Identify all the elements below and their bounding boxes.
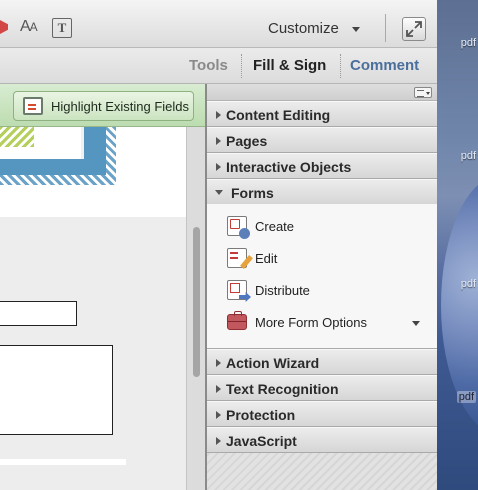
form-create-icon	[227, 216, 250, 239]
desktop-file-label[interactable]: pdf	[461, 37, 476, 49]
toolbar-divider	[385, 14, 386, 42]
disclosure-right-icon	[216, 163, 221, 171]
text-box-icon[interactable]: T	[52, 18, 72, 38]
more-form-options-item[interactable]: More Form Options	[225, 310, 430, 336]
disclosure-right-icon	[216, 385, 221, 393]
section-interactive-objects[interactable]: Interactive Objects	[207, 153, 437, 179]
form-message-bar: Highlight Existing Fields	[0, 84, 206, 127]
panel-empty-area	[207, 453, 437, 490]
desktop-file-label[interactable]: pdf	[461, 150, 476, 162]
chevron-down-icon[interactable]	[412, 321, 420, 326]
disclosure-down-icon	[215, 190, 223, 195]
section-pages[interactable]: Pages	[207, 127, 437, 153]
highlight-existing-fields-button[interactable]: Highlight Existing Fields	[13, 91, 194, 121]
acrobat-window: AA T Customize Tools Fill & Sign Comment…	[0, 0, 437, 490]
tab-comment[interactable]: Comment	[350, 57, 419, 74]
tab-tools[interactable]: Tools	[189, 57, 228, 74]
disclosure-right-icon	[216, 411, 221, 419]
highlight-button-label: Highlight Existing Fields	[51, 99, 190, 114]
tab-fill-and-sign[interactable]: Fill & Sign	[253, 57, 326, 74]
section-label: Text Recognition	[226, 381, 339, 397]
disclosure-right-icon	[216, 437, 221, 445]
item-label: Create	[255, 219, 295, 234]
toolbox-icon	[227, 311, 247, 330]
panel-header	[207, 84, 437, 101]
section-forms[interactable]: Forms	[207, 179, 437, 205]
disclosure-right-icon	[216, 111, 221, 119]
customize-menu[interactable]: Customize	[268, 20, 339, 37]
scrollbar-thumb[interactable]	[193, 227, 200, 377]
highlight-fields-icon	[23, 97, 43, 115]
forms-distribute-item[interactable]: Distribute	[225, 278, 430, 304]
item-label: Distribute	[255, 283, 310, 298]
panel-options-icon[interactable]	[414, 87, 432, 98]
forms-create-item[interactable]: Create	[225, 214, 430, 240]
main-toolbar: AA T Customize	[0, 0, 437, 48]
disclosure-right-icon	[216, 137, 221, 145]
section-javascript[interactable]: JavaScript	[207, 427, 437, 453]
section-protection[interactable]: Protection	[207, 401, 437, 427]
tools-panel: Content Editing Pages Interactive Object…	[207, 84, 437, 490]
highlighter-pen-icon[interactable]	[0, 20, 8, 34]
form-text-area[interactable]	[0, 345, 113, 435]
forms-edit-item[interactable]: Edit	[225, 246, 430, 272]
disclosure-right-icon	[216, 359, 221, 367]
section-text-recognition[interactable]: Text Recognition	[207, 375, 437, 401]
desktop-background: pdf pdf pdf pdf	[437, 0, 478, 490]
item-label: Edit	[255, 251, 278, 266]
desktop-file-label-selected[interactable]: pdf	[456, 391, 476, 403]
expand-icon[interactable]	[402, 17, 426, 41]
page-graphic	[0, 127, 116, 185]
desktop-file-label[interactable]: pdf	[461, 278, 476, 290]
form-distribute-icon	[227, 280, 247, 300]
text-size-icon[interactable]: AA	[20, 18, 38, 36]
section-label: Pages	[226, 133, 268, 149]
forms-section-content: Create Edit Distribute More Form Options	[207, 204, 437, 349]
section-action-wizard[interactable]: Action Wizard	[207, 349, 437, 375]
tab-divider	[340, 54, 341, 78]
task-pane-tabs: Tools Fill & Sign Comment	[0, 48, 437, 84]
chevron-down-icon[interactable]	[352, 27, 360, 32]
section-label: Protection	[226, 407, 296, 423]
item-label: More Form Options	[255, 315, 367, 330]
section-label: Interactive Objects	[226, 159, 352, 175]
tab-divider	[241, 54, 242, 78]
form-edit-icon	[227, 248, 247, 268]
section-label: Forms	[231, 185, 274, 201]
section-label: JavaScript	[226, 433, 297, 449]
document-area: Highlight Existing Fields	[0, 84, 206, 490]
section-label: Action Wizard	[226, 355, 320, 371]
section-label: Content Editing	[226, 107, 331, 123]
form-text-field[interactable]	[0, 301, 77, 326]
form-field-line[interactable]	[0, 459, 126, 465]
vertical-scrollbar[interactable]	[186, 127, 206, 490]
section-content-editing[interactable]: Content Editing	[207, 101, 437, 127]
